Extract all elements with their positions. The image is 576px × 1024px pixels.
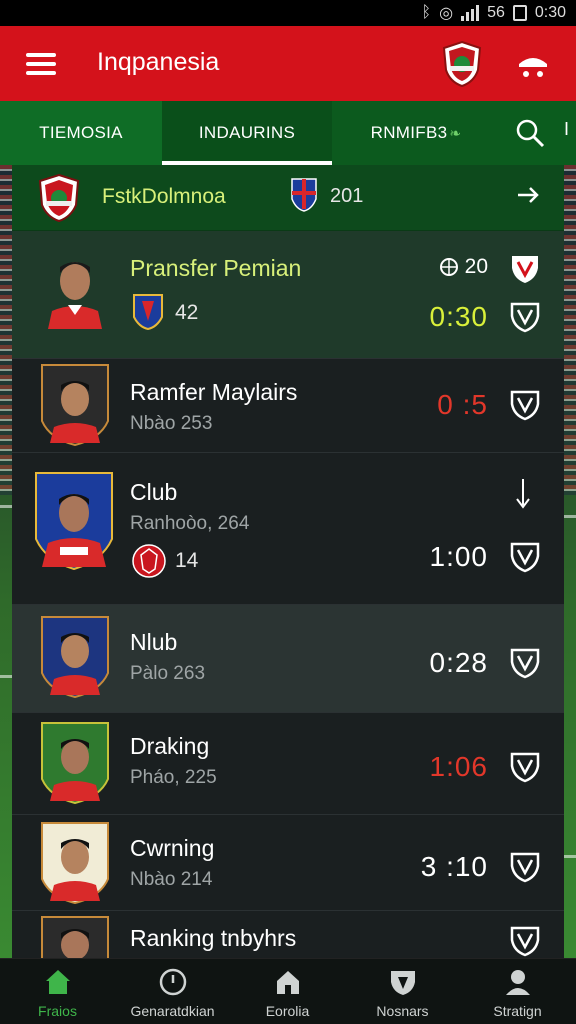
player-name: Ramfer Maylairs: [130, 379, 298, 405]
nav-fraios[interactable]: Fraios: [0, 959, 115, 1024]
home-icon: [45, 970, 70, 994]
player-name: Draking: [130, 733, 210, 759]
team-badge-icon: [133, 294, 163, 331]
player-avatar: [41, 364, 109, 447]
player-avatar: [41, 616, 109, 699]
battery-icon: [512, 5, 527, 21]
shield-icon: [390, 971, 415, 995]
arrow-down-icon[interactable]: [514, 477, 532, 511]
match-time: 0:30: [429, 301, 488, 332]
badge-number: 14: [175, 549, 199, 572]
league-name: FstkDolmnoa: [102, 185, 226, 208]
tab-label: TIEMOSIA: [39, 123, 123, 142]
match-time: 0:28: [429, 647, 488, 678]
stat-value: 20: [464, 255, 488, 278]
player-club: Nbào 214: [130, 869, 213, 890]
player-club: Pháo, 225: [130, 767, 217, 788]
shield-outline-icon[interactable]: [510, 925, 540, 957]
match-time: 1:06: [429, 751, 488, 782]
match-time: 0 :5: [437, 389, 488, 420]
player-row[interactable]: Ramfer Maylairs Nbào 253 0 :5: [12, 359, 564, 453]
player-avatar: [41, 722, 109, 805]
menu-icon[interactable]: [26, 53, 56, 75]
tab-rnmifb3[interactable]: RNMIFB3 ❧: [332, 101, 500, 165]
player-row[interactable]: Cwrning Nbào 214 3 :10: [12, 815, 564, 911]
club-crest-icon[interactable]: [440, 40, 484, 88]
player-row[interactable]: Club Ranhoòo, 264 14 1:00: [12, 453, 564, 605]
crowd-right: [562, 165, 576, 495]
player-name: Pransfer Pemian: [130, 255, 302, 281]
app-bar: Inqpanesia: [0, 26, 576, 101]
nav-label: Nosnars: [376, 1003, 429, 1019]
team-badge-icon: [132, 544, 166, 578]
shield-outline-icon[interactable]: [510, 647, 540, 679]
signal-icon: [461, 5, 480, 21]
nav-nosnars[interactable]: Nosnars: [345, 959, 460, 1024]
player-row[interactable]: Pransfer Pemian 42 20 0:30: [12, 231, 564, 359]
app-title: Inqpanesia: [97, 48, 220, 76]
tab-label: RNMIFB3: [370, 123, 448, 142]
shield-outline-icon[interactable]: [510, 301, 540, 333]
player-avatar: [41, 916, 109, 960]
flag-badge-icon: [291, 178, 317, 212]
nav-label: Eorolia: [265, 1003, 310, 1019]
player-name: Club: [130, 479, 178, 505]
nav-stratign[interactable]: Stratign: [460, 959, 575, 1024]
profile-icon[interactable]: [516, 48, 550, 82]
bluetooth-icon: ᛒ: [421, 4, 432, 21]
player-row[interactable]: Ranking tnbyhrs: [12, 911, 564, 960]
ball-icon: [439, 258, 458, 276]
player-avatar: [41, 822, 109, 905]
status-time: 0:30: [534, 4, 566, 21]
player-avatar: [35, 472, 113, 571]
badge-number: 42: [175, 301, 199, 324]
stat-count: 20: [439, 255, 488, 279]
player-row[interactable]: Draking Pháo, 225 1:06: [12, 713, 564, 815]
match-time: 3 :10: [420, 851, 488, 882]
nav-label: Fraios: [38, 1003, 77, 1019]
tab-label: INDAURINS: [198, 123, 296, 142]
player-list: FstkDolmnoa 201 Pransfer Pemian 42 20 0:…: [12, 165, 564, 960]
shield-icon[interactable]: [510, 253, 540, 285]
league-crest-icon: [38, 173, 80, 223]
player-name: Cwrning: [130, 835, 215, 861]
player-name: Ranking tnbyhrs: [130, 925, 297, 951]
tab-indaurins[interactable]: INDAURINS: [162, 101, 332, 165]
status-bar: ᛒ ◎ 56 0:30: [0, 0, 576, 26]
shield-outline-icon[interactable]: [510, 541, 540, 573]
league-header[interactable]: FstkDolmnoa 201: [12, 165, 564, 231]
network-label: 56: [487, 4, 505, 21]
player-club: Pàlo 263: [130, 663, 206, 684]
house-icon: [276, 971, 299, 994]
player-avatar: [40, 245, 110, 329]
nav-label: Genaratdkian: [130, 1003, 215, 1019]
clock-icon: [159, 968, 186, 996]
player-name: Nlub: [130, 629, 178, 655]
leaf-icon: ❧: [449, 124, 462, 141]
tab-tiemosia[interactable]: TIEMOSIA: [0, 101, 162, 165]
shield-outline-icon[interactable]: [510, 389, 540, 421]
shield-outline-icon[interactable]: [510, 851, 540, 883]
match-time: 1:00: [429, 541, 488, 572]
player-club: Ranhoòo, 264: [130, 513, 250, 534]
tab-bar: TIEMOSIA INDAURINS RNMIFB3 ❧ I: [0, 101, 576, 165]
league-year: 201: [330, 185, 364, 207]
arrow-right-icon[interactable]: [514, 181, 542, 209]
nav-eorolia[interactable]: Eorolia: [230, 959, 345, 1024]
nav-genaratdkian[interactable]: Genaratdkian: [115, 959, 230, 1024]
shield-outline-icon[interactable]: [510, 751, 540, 783]
user-icon: [505, 970, 530, 995]
nav-label: Stratign: [493, 1003, 542, 1019]
bottom-navigation: Fraios Genaratdkian Eorolia Nosnars Stra…: [0, 958, 576, 1024]
player-row[interactable]: Nlub Pàlo 263 0:28: [12, 605, 564, 713]
alarm-icon: ◎: [439, 5, 454, 22]
tab-overflow[interactable]: I: [564, 119, 569, 140]
player-club: Nbào 253: [130, 413, 213, 434]
search-icon[interactable]: [514, 117, 546, 149]
